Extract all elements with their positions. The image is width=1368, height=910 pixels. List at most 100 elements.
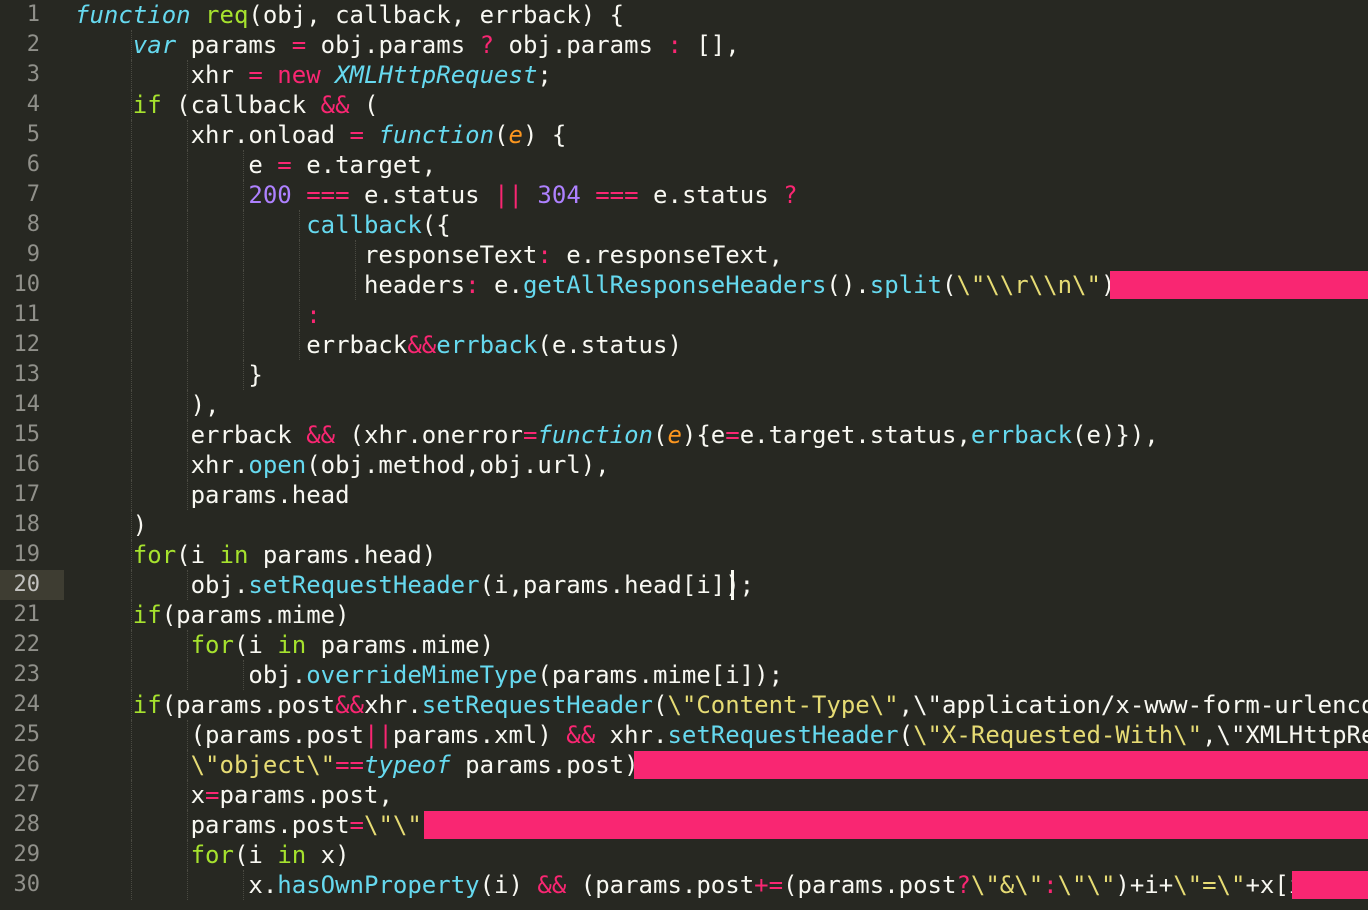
code-line[interactable]: x.hasOwnProperty(i) && (params.post+=(pa… xyxy=(75,870,1332,900)
redaction-bar xyxy=(634,751,1368,779)
indent-guide xyxy=(187,180,188,210)
code-line[interactable]: for(i in params.mime) xyxy=(75,630,494,660)
line-number-gutter: 1 2 3 4 5 6 7 8 9 10 11 12 13 14 15 16 17 18 19 20 21 22 23 24 2… xyxy=(0,0,64,910)
indent-guide xyxy=(131,480,132,510)
code-line[interactable]: xhr = new XMLHttpRequest; xyxy=(75,60,552,90)
indent-guide xyxy=(243,330,244,360)
indent-guide xyxy=(131,360,132,390)
indent-guide xyxy=(187,360,188,390)
code-line[interactable]: responseText: e.responseText, xyxy=(75,240,783,270)
indent-guide xyxy=(243,180,244,210)
line-number: 2 xyxy=(26,32,40,57)
line-number: 12 xyxy=(13,332,41,357)
code-line[interactable]: function req(obj, callback, errback) { xyxy=(75,0,624,30)
indent-guide xyxy=(187,390,188,420)
line-number: 9 xyxy=(26,242,40,267)
code-line[interactable]: : xyxy=(75,300,320,330)
code-line[interactable]: if (callback && ( xyxy=(75,90,379,120)
line-number: 14 xyxy=(13,392,41,417)
code-editor[interactable]: 1 2 3 4 5 6 7 8 9 10 11 12 13 14 15 16 17 18 19 20 21 22 23 24 2… xyxy=(0,0,1368,910)
indent-guide xyxy=(131,270,132,300)
line-number: 10 xyxy=(13,272,41,297)
indent-guide xyxy=(131,210,132,240)
line-number: 26 xyxy=(13,752,41,777)
code-line[interactable]: if(params.mime) xyxy=(75,600,350,630)
redaction-bar xyxy=(1110,271,1368,299)
line-number: 22 xyxy=(13,632,41,657)
code-line[interactable]: params.head xyxy=(75,480,350,510)
line-number: 30 xyxy=(13,872,41,897)
code-line[interactable]: params.post=\"\"; xyxy=(75,810,437,840)
indent-guide xyxy=(187,450,188,480)
indent-guide xyxy=(299,240,300,270)
indent-guide xyxy=(243,210,244,240)
indent-guide xyxy=(355,270,356,300)
indent-guide xyxy=(131,690,132,720)
indent-guide xyxy=(131,780,132,810)
line-number: 13 xyxy=(13,362,41,387)
indent-guide xyxy=(131,660,132,690)
line-number: 15 xyxy=(13,422,41,447)
indent-guide xyxy=(187,840,188,870)
line-number: 19 xyxy=(13,542,41,567)
indent-guide xyxy=(187,480,188,510)
line-number: 17 xyxy=(13,482,41,507)
indent-guide xyxy=(187,750,188,780)
indent-guide xyxy=(187,660,188,690)
indent-guide xyxy=(131,870,132,900)
code-line[interactable]: obj.overrideMimeType(params.mime[i]); xyxy=(75,660,783,690)
code-line[interactable]: e = e.target, xyxy=(75,150,436,180)
line-number: 7 xyxy=(26,182,40,207)
indent-guide xyxy=(187,780,188,810)
text-cursor xyxy=(731,570,734,600)
indent-guide xyxy=(355,240,356,270)
redaction-bar xyxy=(1292,871,1368,899)
code-line[interactable]: xhr.open(obj.method,obj.url), xyxy=(75,450,610,480)
line-number: 1 xyxy=(26,2,40,27)
code-line[interactable]: \"object\"==typeof params.post){ xyxy=(75,750,653,780)
code-line[interactable]: ), xyxy=(75,390,220,420)
code-line[interactable]: errback && (xhr.onerror=function(e){e=e.… xyxy=(75,420,1159,450)
code-line[interactable]: obj.setRequestHeader(i,params.head[i]); xyxy=(75,570,755,600)
indent-guide xyxy=(131,510,132,540)
line-number: 6 xyxy=(26,152,40,177)
code-line[interactable]: } xyxy=(75,360,262,390)
indent-guide xyxy=(299,210,300,240)
indent-guide xyxy=(187,420,188,450)
code-line[interactable]: for(i in x) xyxy=(75,840,350,870)
indent-guide xyxy=(243,240,244,270)
indent-guide xyxy=(131,420,132,450)
indent-guide xyxy=(187,210,188,240)
code-line[interactable]: x=params.post, xyxy=(75,780,393,810)
line-number: 20 xyxy=(13,572,41,597)
redaction-bar xyxy=(424,811,1368,839)
code-line[interactable]: var params = obj.params ? obj.params : [… xyxy=(75,30,740,60)
indent-guide xyxy=(131,120,132,150)
code-line[interactable]: if(params.post&&xhr.setRequestHeader(\"C… xyxy=(75,690,1368,720)
indent-guide xyxy=(299,270,300,300)
line-number: 27 xyxy=(13,782,41,807)
indent-guide xyxy=(131,30,132,60)
code-line[interactable]: 200 === e.status || 304 === e.status ? xyxy=(75,180,797,210)
indent-guide xyxy=(243,360,244,390)
code-line[interactable]: for(i in params.head) xyxy=(75,540,436,570)
indent-guide xyxy=(131,450,132,480)
indent-guide xyxy=(187,300,188,330)
line-number: 8 xyxy=(26,212,40,237)
code-line[interactable]: ) xyxy=(75,510,147,540)
code-line[interactable]: (params.post||params.xml) && xhr.setRequ… xyxy=(75,720,1368,750)
indent-guide xyxy=(131,540,132,570)
code-line[interactable]: errback&&errback(e.status) xyxy=(75,330,682,360)
indent-guide xyxy=(299,330,300,360)
indent-guide xyxy=(187,720,188,750)
line-number: 4 xyxy=(26,92,40,117)
indent-guide xyxy=(131,630,132,660)
line-number: 25 xyxy=(13,722,41,747)
indent-guide xyxy=(131,150,132,180)
indent-guide xyxy=(243,270,244,300)
indent-guide xyxy=(243,870,244,900)
code-line[interactable]: xhr.onload = function(e) { xyxy=(75,120,567,150)
line-number: 29 xyxy=(13,842,41,867)
indent-guide xyxy=(131,300,132,330)
code-line[interactable]: headers: e.getAllResponseHeaders().split… xyxy=(75,270,1144,300)
